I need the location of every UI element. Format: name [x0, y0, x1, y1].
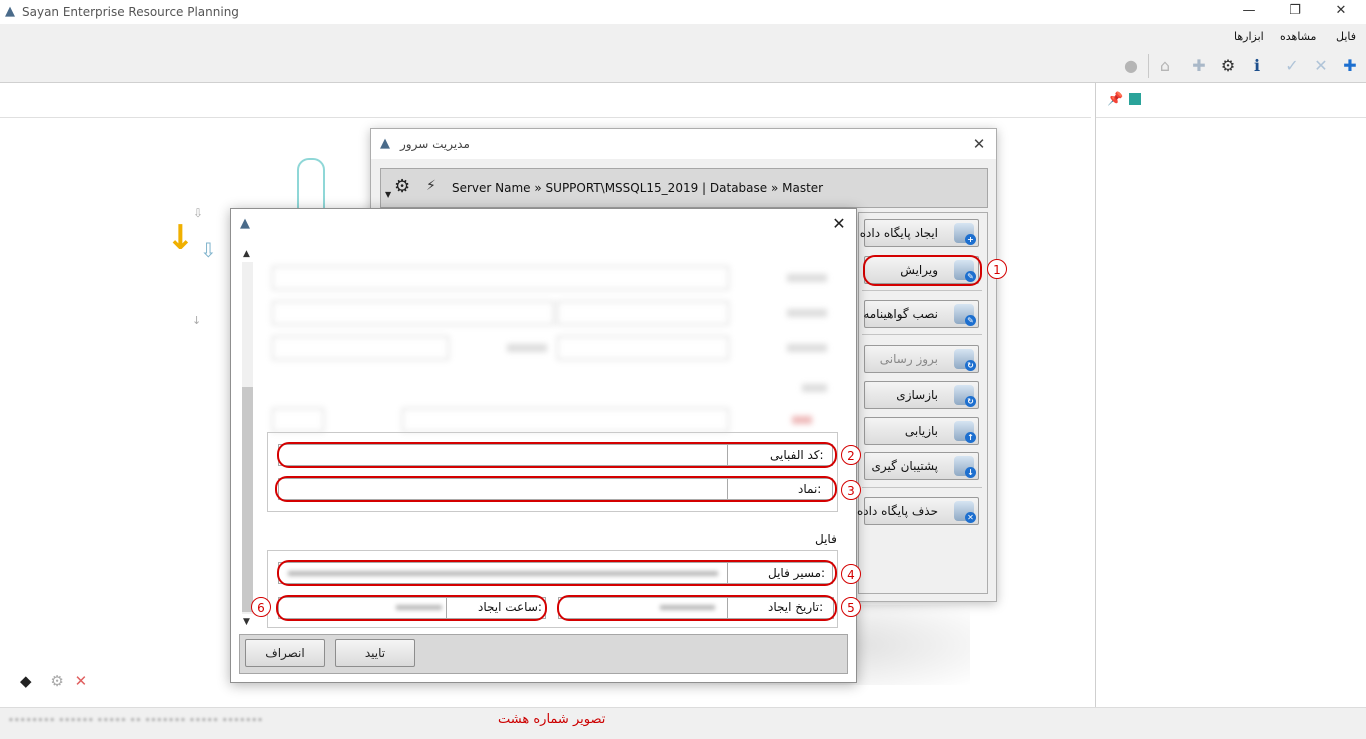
- maximize-button[interactable]: ❐: [1272, 0, 1318, 24]
- user-icon[interactable]: ●: [1121, 56, 1141, 76]
- plug-icon[interactable]: ⚡: [426, 178, 436, 194]
- app-title: Sayan Enterprise Resource Planning: [22, 5, 239, 19]
- edit-dialog-close-button[interactable]: ✕: [828, 213, 850, 235]
- right-side-panel: [1095, 83, 1366, 707]
- database-update-icon: ↻: [954, 349, 976, 371]
- app-tile-icon[interactable]: [1129, 93, 1141, 105]
- scroll-up-arrow-icon[interactable]: ▲: [243, 249, 250, 259]
- gears-icon[interactable]: ⚙: [394, 176, 410, 197]
- install-license-button[interactable]: نصب گواهینامه ✎: [863, 300, 979, 328]
- callout-ring-edit: [863, 255, 982, 286]
- callout-ring-file-path: [277, 560, 837, 586]
- database-rebuild-icon: ↻: [954, 385, 976, 407]
- gear-icon[interactable]: ⚙: [1218, 56, 1238, 76]
- backup-button[interactable]: پشتیبان گیری ↓: [864, 452, 979, 480]
- callout-number: 2: [841, 445, 861, 465]
- server-window-title: مدیریت سرور: [400, 137, 470, 151]
- minimize-button[interactable]: —: [1226, 0, 1272, 24]
- callout-number: 5: [841, 597, 861, 617]
- status-text-redacted: •••••••• •••••• ••••• •• ••••••• ••••• •…: [8, 715, 264, 726]
- plug-add-icon[interactable]: ✚: [1189, 56, 1209, 76]
- callout-number: 4: [841, 564, 861, 584]
- rebuild-label: بازسازی: [896, 388, 938, 402]
- menu-view[interactable]: مشاهده: [1280, 30, 1316, 43]
- callout-ring-created-date: [557, 595, 837, 621]
- menu-tools[interactable]: ابزارها: [1234, 30, 1264, 43]
- database-restore-icon: ↑: [954, 421, 976, 443]
- arrow-down-yellow-icon: ↓: [166, 218, 195, 258]
- database-license-icon: ✎: [954, 304, 976, 326]
- plug-connect-icon[interactable]: ✚: [1340, 56, 1360, 76]
- dock-icons: ◆ ⚙ ✕: [20, 672, 87, 690]
- server-window-close-button[interactable]: ✕: [968, 133, 990, 155]
- arrow-down-blue-icon: ⇩: [200, 238, 217, 262]
- cancel-button[interactable]: انصراف: [245, 639, 325, 667]
- camera-icon[interactable]: ◆: [20, 672, 32, 690]
- arrow-down-icon: ⇩: [193, 206, 204, 220]
- database-add-icon: +: [954, 223, 976, 245]
- database-delete-icon: ✕: [954, 501, 976, 523]
- delete-database-button[interactable]: حذف پایگاه داده ✕: [857, 497, 979, 525]
- rebuild-button[interactable]: بازسازی ↻: [864, 381, 979, 409]
- settings-small-icon[interactable]: ⚙: [50, 672, 63, 690]
- backup-label: پشتیبان گیری: [871, 459, 938, 473]
- confirm-button[interactable]: تایید: [335, 639, 415, 667]
- update-label: بروز رسانی: [879, 352, 938, 366]
- scrollbar-thumb[interactable]: [242, 387, 253, 612]
- create-database-label: ایجاد پایگاه داده: [859, 226, 938, 240]
- arrow-down-small-icon: ↓: [192, 314, 202, 327]
- main-header-strip: [0, 83, 1091, 118]
- dialog-logo-icon: ▲: [240, 216, 250, 231]
- dialog-footer: [239, 634, 848, 674]
- database-backup-icon: ↓: [954, 456, 976, 478]
- toolbar-divider: [1148, 54, 1149, 78]
- close-button[interactable]: ✕: [1318, 0, 1364, 24]
- update-button[interactable]: بروز رسانی ↻: [864, 345, 979, 373]
- plug-info-icon[interactable]: ℹ: [1247, 56, 1267, 76]
- callout-ring-alphabet-code: [277, 442, 837, 468]
- scroll-down-arrow-icon[interactable]: ▼: [243, 617, 250, 627]
- server-logo-icon: ▲: [380, 136, 390, 151]
- figure-caption: تصویر شماره هشت: [498, 712, 606, 727]
- callout-ring-created-time: [276, 595, 547, 621]
- delete-database-label: حذف پایگاه داده: [857, 504, 938, 518]
- dropdown-arrow-icon[interactable]: ▼: [385, 190, 391, 199]
- plug-remove-icon[interactable]: ✕: [1311, 56, 1331, 76]
- blurred-form-region: [262, 236, 842, 436]
- app-logo-icon: ▲: [5, 4, 15, 19]
- create-database-button[interactable]: ایجاد پایگاه داده +: [860, 219, 979, 247]
- panel-divider: [862, 290, 982, 291]
- panel-divider: [862, 487, 982, 488]
- plug-check-icon[interactable]: ✓: [1282, 56, 1302, 76]
- file-group-title: فایل: [815, 532, 837, 546]
- restore-button[interactable]: بازیابی ↑: [864, 417, 979, 445]
- menu-file[interactable]: فایل: [1336, 30, 1356, 43]
- callout-ring-symbol: [275, 476, 837, 502]
- delete-small-icon[interactable]: ✕: [75, 672, 88, 690]
- callout-number: 6: [251, 597, 271, 617]
- menu-bar: [0, 24, 1366, 48]
- callout-number: 1: [987, 259, 1007, 279]
- callout-number: 3: [841, 480, 861, 500]
- panel-divider: [862, 334, 982, 335]
- install-license-label: نصب گواهینامه: [863, 307, 938, 321]
- pin-icon[interactable]: 📌: [1107, 92, 1123, 107]
- server-info-text: Server Name » SUPPORT\MSSQL15_2019 | Dat…: [452, 181, 824, 195]
- home-icon[interactable]: ⌂: [1155, 56, 1175, 76]
- restore-label: بازیابی: [904, 424, 938, 438]
